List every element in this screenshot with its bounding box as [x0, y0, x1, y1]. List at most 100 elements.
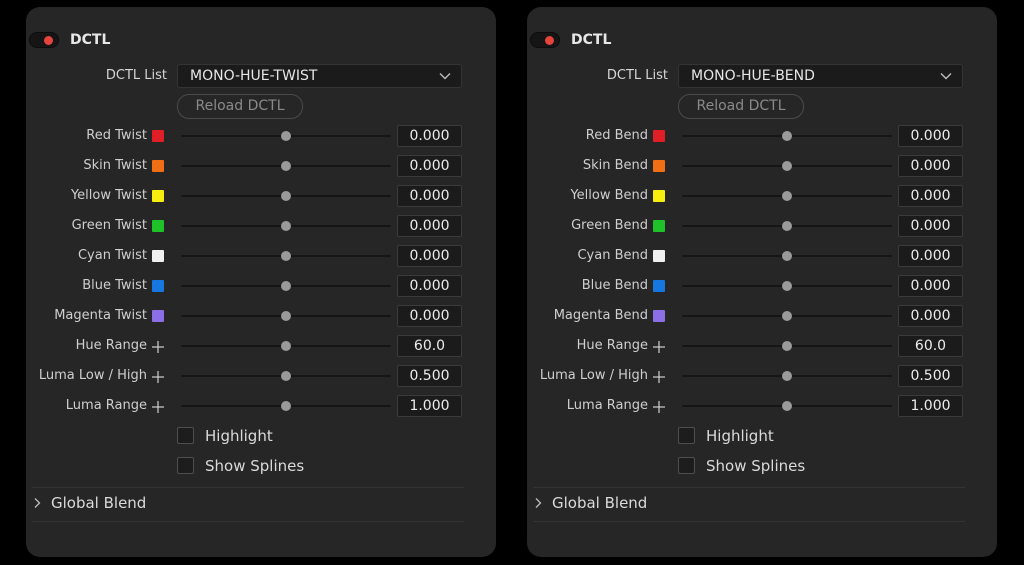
parameter-value-field[interactable]: 0.000 [397, 275, 462, 297]
dctl-list-label: DCTL List [105, 68, 167, 83]
parameter-slider[interactable] [181, 246, 391, 266]
color-swatch-icon [653, 190, 665, 202]
slider-thumb[interactable] [281, 311, 291, 321]
parameter-value-field[interactable]: 0.000 [397, 125, 462, 147]
slider-thumb[interactable] [782, 251, 792, 261]
parameter-label: Luma Range [566, 398, 648, 413]
parameter-slider[interactable] [181, 156, 391, 176]
parameter-value-field[interactable]: 0.000 [397, 155, 462, 177]
global-blend-section[interactable]: Global Blend [533, 493, 833, 515]
parameter-slider[interactable] [181, 336, 391, 356]
parameter-row: Green Bend 0.000 [527, 215, 997, 237]
reload-dctl-button[interactable]: Reload DCTL [177, 94, 303, 119]
parameter-slider[interactable] [682, 396, 892, 416]
parameter-slider[interactable] [682, 216, 892, 236]
parameter-value-field[interactable]: 0.000 [397, 305, 462, 327]
slider-thumb[interactable] [782, 281, 792, 291]
parameter-value-field[interactable]: 0.000 [898, 215, 963, 237]
parameter-slider[interactable] [682, 186, 892, 206]
divider [32, 487, 464, 488]
panel-title: DCTL [70, 32, 111, 48]
parameter-slider[interactable] [682, 366, 892, 386]
slider-thumb[interactable] [281, 281, 291, 291]
slider-thumb[interactable] [281, 221, 291, 231]
slider-thumb[interactable] [782, 341, 792, 351]
panel-title: DCTL [571, 32, 612, 48]
parameter-slider[interactable] [181, 276, 391, 296]
parameter-value-field[interactable]: 0.000 [898, 125, 963, 147]
parameter-row: Cyan Bend 0.000 [527, 245, 997, 267]
plus-icon [151, 339, 165, 353]
color-swatch-icon [152, 160, 164, 172]
dctl-enable-toggle[interactable] [29, 32, 59, 48]
show-splines-option[interactable]: Show Splines [678, 456, 878, 476]
parameter-slider[interactable] [181, 306, 391, 326]
color-swatch-icon [152, 310, 164, 322]
parameter-value-field[interactable]: 0.000 [898, 305, 963, 327]
parameter-slider[interactable] [682, 336, 892, 356]
slider-thumb[interactable] [782, 131, 792, 141]
plus-icon [151, 399, 165, 413]
slider-thumb[interactable] [281, 161, 291, 171]
parameter-value-field[interactable]: 0.000 [898, 185, 963, 207]
parameter-slider[interactable] [682, 126, 892, 146]
show-splines-option[interactable]: Show Splines [177, 456, 377, 476]
dctl-list-dropdown[interactable]: MONO-HUE-TWIST [177, 64, 462, 88]
plus-icon [652, 339, 666, 353]
slider-thumb[interactable] [281, 251, 291, 261]
parameter-value-field[interactable]: 0.500 [397, 365, 462, 387]
parameter-row: Yellow Twist 0.000 [26, 185, 496, 207]
slider-thumb[interactable] [281, 191, 291, 201]
highlight-option[interactable]: Highlight [177, 426, 377, 446]
parameter-slider[interactable] [682, 156, 892, 176]
parameter-slider[interactable] [682, 246, 892, 266]
parameter-label: Hue Range [75, 338, 147, 353]
parameter-row: Skin Twist 0.000 [26, 155, 496, 177]
parameter-value-field[interactable]: 0.000 [898, 155, 963, 177]
parameter-label: Cyan Bend [577, 248, 648, 263]
parameter-value-field[interactable]: 1.000 [397, 395, 462, 417]
global-blend-label: Global Blend [51, 494, 147, 512]
slider-thumb[interactable] [782, 191, 792, 201]
dctl-enable-toggle[interactable] [530, 32, 560, 48]
slider-thumb[interactable] [281, 131, 291, 141]
toggle-indicator-icon [545, 36, 554, 45]
parameter-value-field[interactable]: 0.000 [898, 275, 963, 297]
parameter-slider[interactable] [181, 366, 391, 386]
parameter-slider[interactable] [181, 396, 391, 416]
parameter-slider[interactable] [682, 276, 892, 296]
slider-thumb[interactable] [782, 161, 792, 171]
parameter-value-field[interactable]: 0.000 [397, 215, 462, 237]
chevron-right-icon [535, 498, 542, 508]
parameter-label: Magenta Twist [54, 308, 147, 323]
dctl-list-dropdown[interactable]: MONO-HUE-BEND [678, 64, 963, 88]
parameter-value-field[interactable]: 0.000 [397, 245, 462, 267]
parameter-label: Luma Low / High [539, 368, 648, 383]
slider-thumb[interactable] [281, 401, 291, 411]
toggle-indicator-icon [44, 36, 53, 45]
color-swatch-icon [653, 280, 665, 292]
highlight-checkbox[interactable] [678, 427, 695, 444]
slider-thumb[interactable] [782, 221, 792, 231]
parameter-value-field[interactable]: 0.500 [898, 365, 963, 387]
slider-thumb[interactable] [281, 341, 291, 351]
parameter-value-field[interactable]: 0.000 [898, 245, 963, 267]
show-splines-checkbox[interactable] [177, 457, 194, 474]
parameter-value-field[interactable]: 0.000 [397, 185, 462, 207]
parameter-slider[interactable] [682, 306, 892, 326]
parameter-slider[interactable] [181, 126, 391, 146]
parameter-slider[interactable] [181, 186, 391, 206]
slider-thumb[interactable] [782, 371, 792, 381]
show-splines-checkbox[interactable] [678, 457, 695, 474]
global-blend-section[interactable]: Global Blend [32, 493, 332, 515]
parameter-slider[interactable] [181, 216, 391, 236]
parameter-value-field[interactable]: 60.0 [898, 335, 963, 357]
slider-thumb[interactable] [782, 311, 792, 321]
highlight-option[interactable]: Highlight [678, 426, 878, 446]
slider-thumb[interactable] [281, 371, 291, 381]
parameter-value-field[interactable]: 60.0 [397, 335, 462, 357]
slider-thumb[interactable] [782, 401, 792, 411]
highlight-checkbox[interactable] [177, 427, 194, 444]
parameter-value-field[interactable]: 1.000 [898, 395, 963, 417]
reload-dctl-button[interactable]: Reload DCTL [678, 94, 804, 119]
